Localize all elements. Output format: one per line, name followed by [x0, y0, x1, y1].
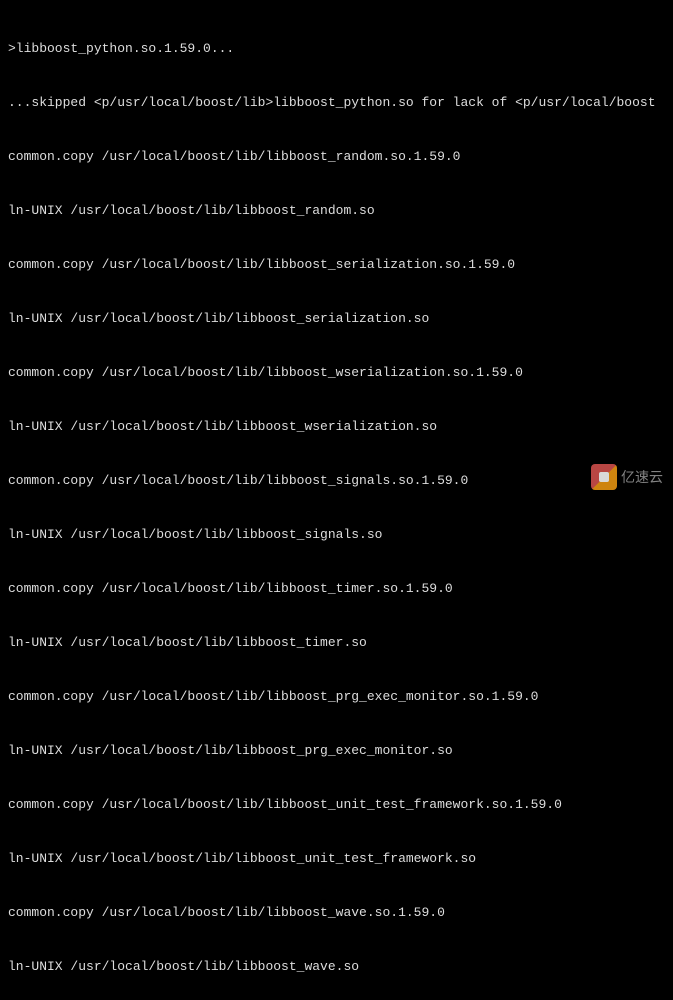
output-line: ln-UNIX /usr/local/boost/lib/libboost_un…	[8, 850, 665, 868]
output-line: common.copy /usr/local/boost/lib/libboos…	[8, 580, 665, 598]
output-line: common.copy /usr/local/boost/lib/libboos…	[8, 364, 665, 382]
output-line: ...skipped <p/usr/local/boost/lib>libboo…	[8, 94, 665, 112]
output-line: common.copy /usr/local/boost/lib/libboos…	[8, 256, 665, 274]
terminal-output[interactable]: >libboost_python.so.1.59.0... ...skipped…	[8, 4, 665, 1000]
watermark-text: 亿速云	[621, 468, 663, 486]
watermark: 亿速云	[591, 464, 663, 490]
output-line: ln-UNIX /usr/local/boost/lib/libboost_pr…	[8, 742, 665, 760]
watermark-logo-icon	[591, 464, 617, 490]
output-line: common.copy /usr/local/boost/lib/libboos…	[8, 148, 665, 166]
output-line: common.copy /usr/local/boost/lib/libboos…	[8, 904, 665, 922]
output-line: common.copy /usr/local/boost/lib/libboos…	[8, 688, 665, 706]
output-line: ln-UNIX /usr/local/boost/lib/libboost_ra…	[8, 202, 665, 220]
output-line: ln-UNIX /usr/local/boost/lib/libboost_ti…	[8, 634, 665, 652]
output-line: ln-UNIX /usr/local/boost/lib/libboost_ws…	[8, 418, 665, 436]
output-line: ln-UNIX /usr/local/boost/lib/libboost_se…	[8, 310, 665, 328]
output-line: >libboost_python.so.1.59.0...	[8, 40, 665, 58]
output-line: ln-UNIX /usr/local/boost/lib/libboost_wa…	[8, 958, 665, 976]
output-line: common.copy /usr/local/boost/lib/libboos…	[8, 796, 665, 814]
output-line: ln-UNIX /usr/local/boost/lib/libboost_si…	[8, 526, 665, 544]
output-line: common.copy /usr/local/boost/lib/libboos…	[8, 472, 665, 490]
